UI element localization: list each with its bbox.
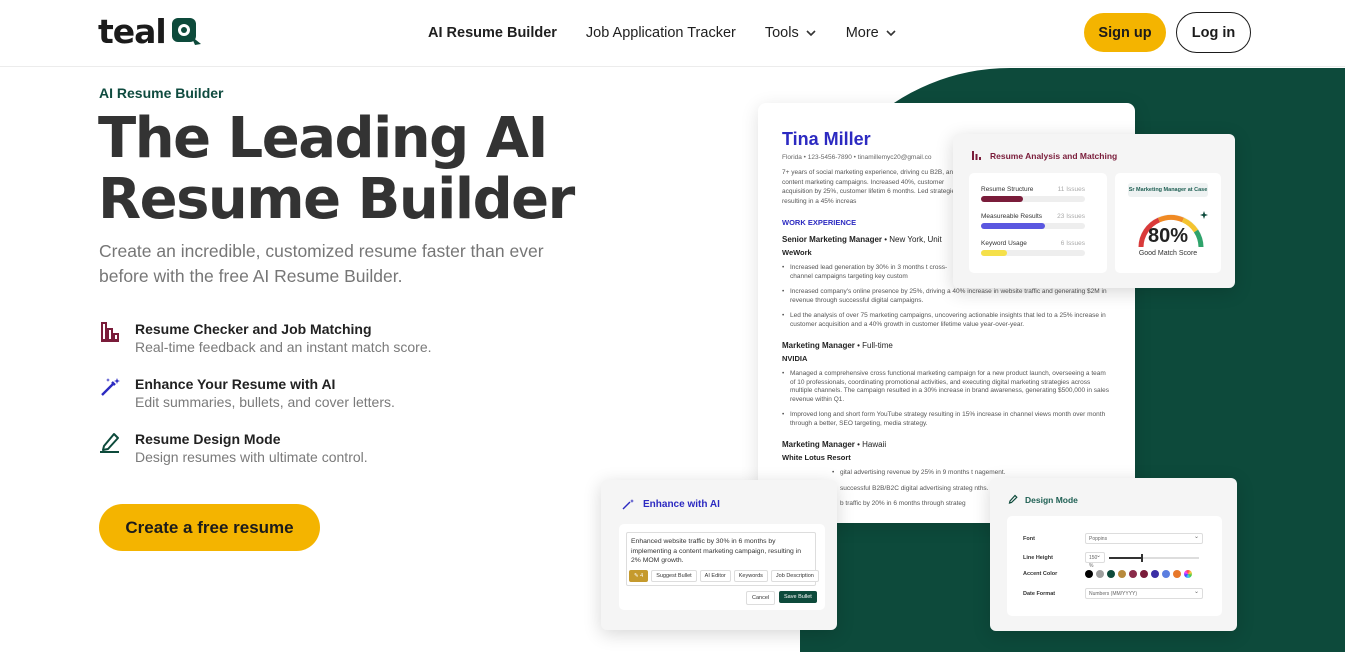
feature-desc: Real-time feedback and an instant match … [135,339,432,355]
job-match-label: Sr Marketing Manager at Case [1128,183,1208,197]
nav-ai-resume-builder[interactable]: AI Resume Builder [428,23,557,43]
resume-job-role: Marketing Manager • Full-time [782,341,893,350]
resume-job-company: White Lotus Resort [782,453,851,462]
feature-resume-checker: Resume Checker and Job Matching Real-tim… [99,321,432,357]
match-score-panel: Sr Marketing Manager at Case 80% Good Ma… [1115,173,1221,273]
date-format-select[interactable]: Numbers (MM/YYYY) [1085,588,1203,599]
login-button[interactable]: Log in [1176,12,1251,53]
nav-tools[interactable]: Tools [765,23,817,43]
font-row: Font Poppins [1023,533,1213,544]
line-height-input[interactable]: 150 % [1085,552,1105,569]
resume-summary: 7+ years of social marketing experience,… [782,169,961,205]
design-mode-panel: Font Poppins Line Height 150 % Accent Co… [1007,516,1222,616]
accent-color-swatch[interactable] [1085,570,1093,578]
metric-bar-fill [981,250,1007,256]
accent-color-swatches [1085,570,1192,578]
accent-color-row: Accent Color [1023,570,1213,578]
tag-ai-editor[interactable]: AI Editor [699,570,731,582]
feature-title: Resume Checker and Job Matching [135,321,372,337]
metric-bar-fill [981,223,1046,229]
chevron-down-icon [886,30,896,37]
ai-count-badge[interactable]: ✎ 4 [629,570,649,582]
tag-job-description[interactable]: Job Description [770,570,819,582]
feature-desc: Edit summaries, bullets, and cover lette… [135,394,395,410]
logo-wordmark: teal [98,12,167,51]
nav-more[interactable]: More [846,23,897,43]
magic-wand-icon [622,499,634,510]
accent-color-swatch[interactable] [1096,570,1104,578]
resume-job-company: NVIDIA [782,354,808,363]
save-bullet-button[interactable]: Save Bullet [779,591,817,603]
hero-eyebrow: AI Resume Builder [99,85,224,101]
resume-bullet: Led the analysis of over 75 marketing ca… [782,312,1111,329]
teal-logo[interactable]: teal [98,14,205,50]
resume-bullet: Increased company's online presence by 2… [782,288,1111,305]
resume-bullet: gital advertising revenue by 25% in 9 mo… [832,469,1111,478]
tag-suggest-bullet[interactable]: Suggest Bullet [651,570,697,582]
design-mode-title: Design Mode [1025,495,1078,505]
teal-logo-icon [171,18,201,45]
tag-keywords[interactable]: Keywords [733,570,768,582]
accent-color-swatch[interactable] [1140,570,1148,578]
signup-button[interactable]: Sign up [1084,13,1166,52]
resume-analysis-card: Resume Analysis and Matching Resume Stru… [953,134,1235,288]
hero-title: The Leading AI Resume Builder [98,106,575,232]
chevron-down-icon [806,30,816,37]
cancel-button[interactable]: Cancel [746,591,776,605]
accent-color-swatch[interactable] [1118,570,1126,578]
feature-desc: Design resumes with ultimate control. [135,449,368,465]
metric-resume-structure: Resume Structure 11 Issues [981,186,1085,202]
magic-wand-icon [101,378,120,396]
resume-job-role: Marketing Manager • Hawaii [782,440,887,449]
feature-enhance-ai: Enhance Your Resume with AI Edit summari… [99,376,395,412]
match-score-label: Good Match Score [1138,250,1198,257]
accent-color-swatch[interactable] [1107,570,1115,578]
nav-job-application-tracker[interactable]: Job Application Tracker [586,23,736,43]
date-format-row: Date Format Numbers (MM/YYYY) [1023,588,1213,599]
accent-color-swatch[interactable] [1151,570,1159,578]
pencil-icon [100,433,119,453]
line-height-row: Line Height 150 % [1023,552,1213,569]
site-header: teal AI Resume Builder Job Application T… [0,0,1345,67]
enhance-editor: Enhanced website traffic by 30% in 6 mon… [619,524,825,610]
accent-color-swatch[interactable] [1173,570,1181,578]
resume-bullet: Increased lead generation by 30% in 3 mo… [782,264,952,281]
analysis-metrics-panel: Resume Structure 11 Issues Measureable Re… [969,173,1107,273]
pencil-icon [1008,494,1018,504]
metric-measureable-results: Measureable Results 23 Issues [981,213,1085,229]
create-free-resume-button[interactable]: Create a free resume [99,504,320,551]
feature-design-mode: Resume Design Mode Design resumes with u… [99,431,368,467]
accent-color-swatch[interactable] [1162,570,1170,578]
accent-color-swatch[interactable] [1184,570,1192,578]
metric-keyword-usage: Keyword Usage 6 Issues [981,240,1085,256]
accent-color-swatch[interactable] [1129,570,1137,578]
design-mode-card: Design Mode Font Poppins Line Height 150… [990,478,1237,631]
resume-bullet: Improved long and short form YouTube str… [782,411,1111,428]
enhance-title: Enhance with AI [643,499,720,510]
enhance-tags: ✎ 4 Suggest Bullet AI Editor Keywords Jo… [629,570,819,582]
enhance-with-ai-card: Enhance with AI Enhanced website traffic… [601,480,837,630]
font-select[interactable]: Poppins [1085,533,1203,544]
analysis-title: Resume Analysis and Matching [990,151,1118,161]
bar-chart-icon [101,322,119,342]
metric-bar-fill [981,196,1023,202]
hero-subtitle: Create an incredible, customized resume … [99,241,544,286]
resume-bullet: Managed a comprehensive cross functional… [782,370,1111,404]
feature-title: Resume Design Mode [135,431,281,447]
feature-title: Enhance Your Resume with AI [135,376,336,392]
match-score-value: 80% [1147,225,1189,247]
main-nav: AI Resume Builder Job Application Tracke… [428,23,926,43]
line-height-slider[interactable] [1109,553,1199,562]
bar-chart-icon [972,151,981,160]
